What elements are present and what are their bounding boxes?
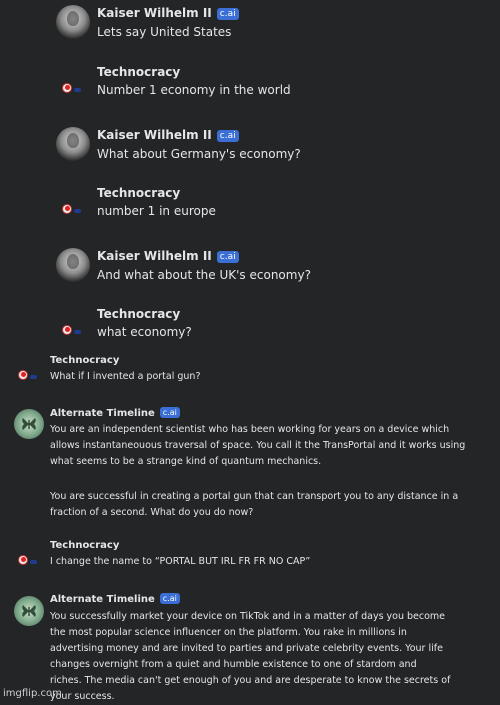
butterfly-icon <box>22 418 36 430</box>
message-text: What if I invented a portal gun? <box>50 371 201 382</box>
cai-badge: c.ai <box>216 130 239 142</box>
message-author: Technocracy <box>97 307 181 321</box>
message-text-line: advertising money and are invited to par… <box>50 643 443 654</box>
message-author: Alternate Timeline c.ai <box>50 593 180 605</box>
cai-badge: c.ai <box>216 8 239 20</box>
message-text: number 1 in europe <box>97 204 216 218</box>
message-text: Lets say United States <box>97 25 232 39</box>
message-author: Technocracy <box>50 355 120 366</box>
cai-badge: c.ai <box>159 407 180 418</box>
kaiser-avatar <box>56 5 90 39</box>
alternate-timeline-avatar <box>14 409 44 439</box>
message-author: Technocracy <box>97 186 181 200</box>
technocracy-avatar <box>62 323 82 337</box>
message-author: Technocracy <box>50 540 120 551</box>
message-author: Kaiser Wilhelm II c.ai <box>97 6 239 20</box>
cai-badge: c.ai <box>216 251 239 263</box>
message-author: Kaiser Wilhelm II c.ai <box>97 249 239 263</box>
imgflip-watermark: imgflip.com <box>3 688 62 699</box>
message-author: Technocracy <box>97 65 181 79</box>
message-text-line: changes overnight from a quiet and humbl… <box>50 659 417 670</box>
message-author: Kaiser Wilhelm II c.ai <box>97 128 239 142</box>
message-text-line: allows instantaneouous traversal of spac… <box>50 440 466 451</box>
technocracy-avatar <box>18 553 38 567</box>
kaiser-avatar <box>56 248 90 282</box>
message-author: Alternate Timeline c.ai <box>50 407 180 419</box>
butterfly-icon <box>22 605 36 617</box>
message-text: And what about the UK's economy? <box>97 268 311 282</box>
message-text-line: the most popular science influencer on t… <box>50 627 407 638</box>
message-text-line: You are an independent scientist who has… <box>50 424 450 435</box>
cai-badge: c.ai <box>159 593 180 604</box>
message-text-line: what seems to be a strange kind of quant… <box>50 456 322 467</box>
message-text: I change the name to “PORTAL BUT IRL FR … <box>50 556 311 567</box>
kaiser-avatar <box>56 127 90 161</box>
message-text: What about Germany's economy? <box>97 147 301 161</box>
message-text: what economy? <box>97 325 192 339</box>
message-text-line: You are successful in creating a portal … <box>50 491 459 502</box>
message-text: Number 1 economy in the world <box>97 83 291 97</box>
message-text-line: fraction of a second. What do you do now… <box>50 507 254 518</box>
message-text-line: riches. The media can't get enough of yo… <box>50 675 451 686</box>
technocracy-avatar <box>62 81 82 95</box>
alternate-timeline-avatar <box>14 596 44 626</box>
message-text-line: You successfully market your device on T… <box>50 611 446 622</box>
technocracy-avatar <box>62 202 82 216</box>
technocracy-avatar <box>18 368 38 382</box>
